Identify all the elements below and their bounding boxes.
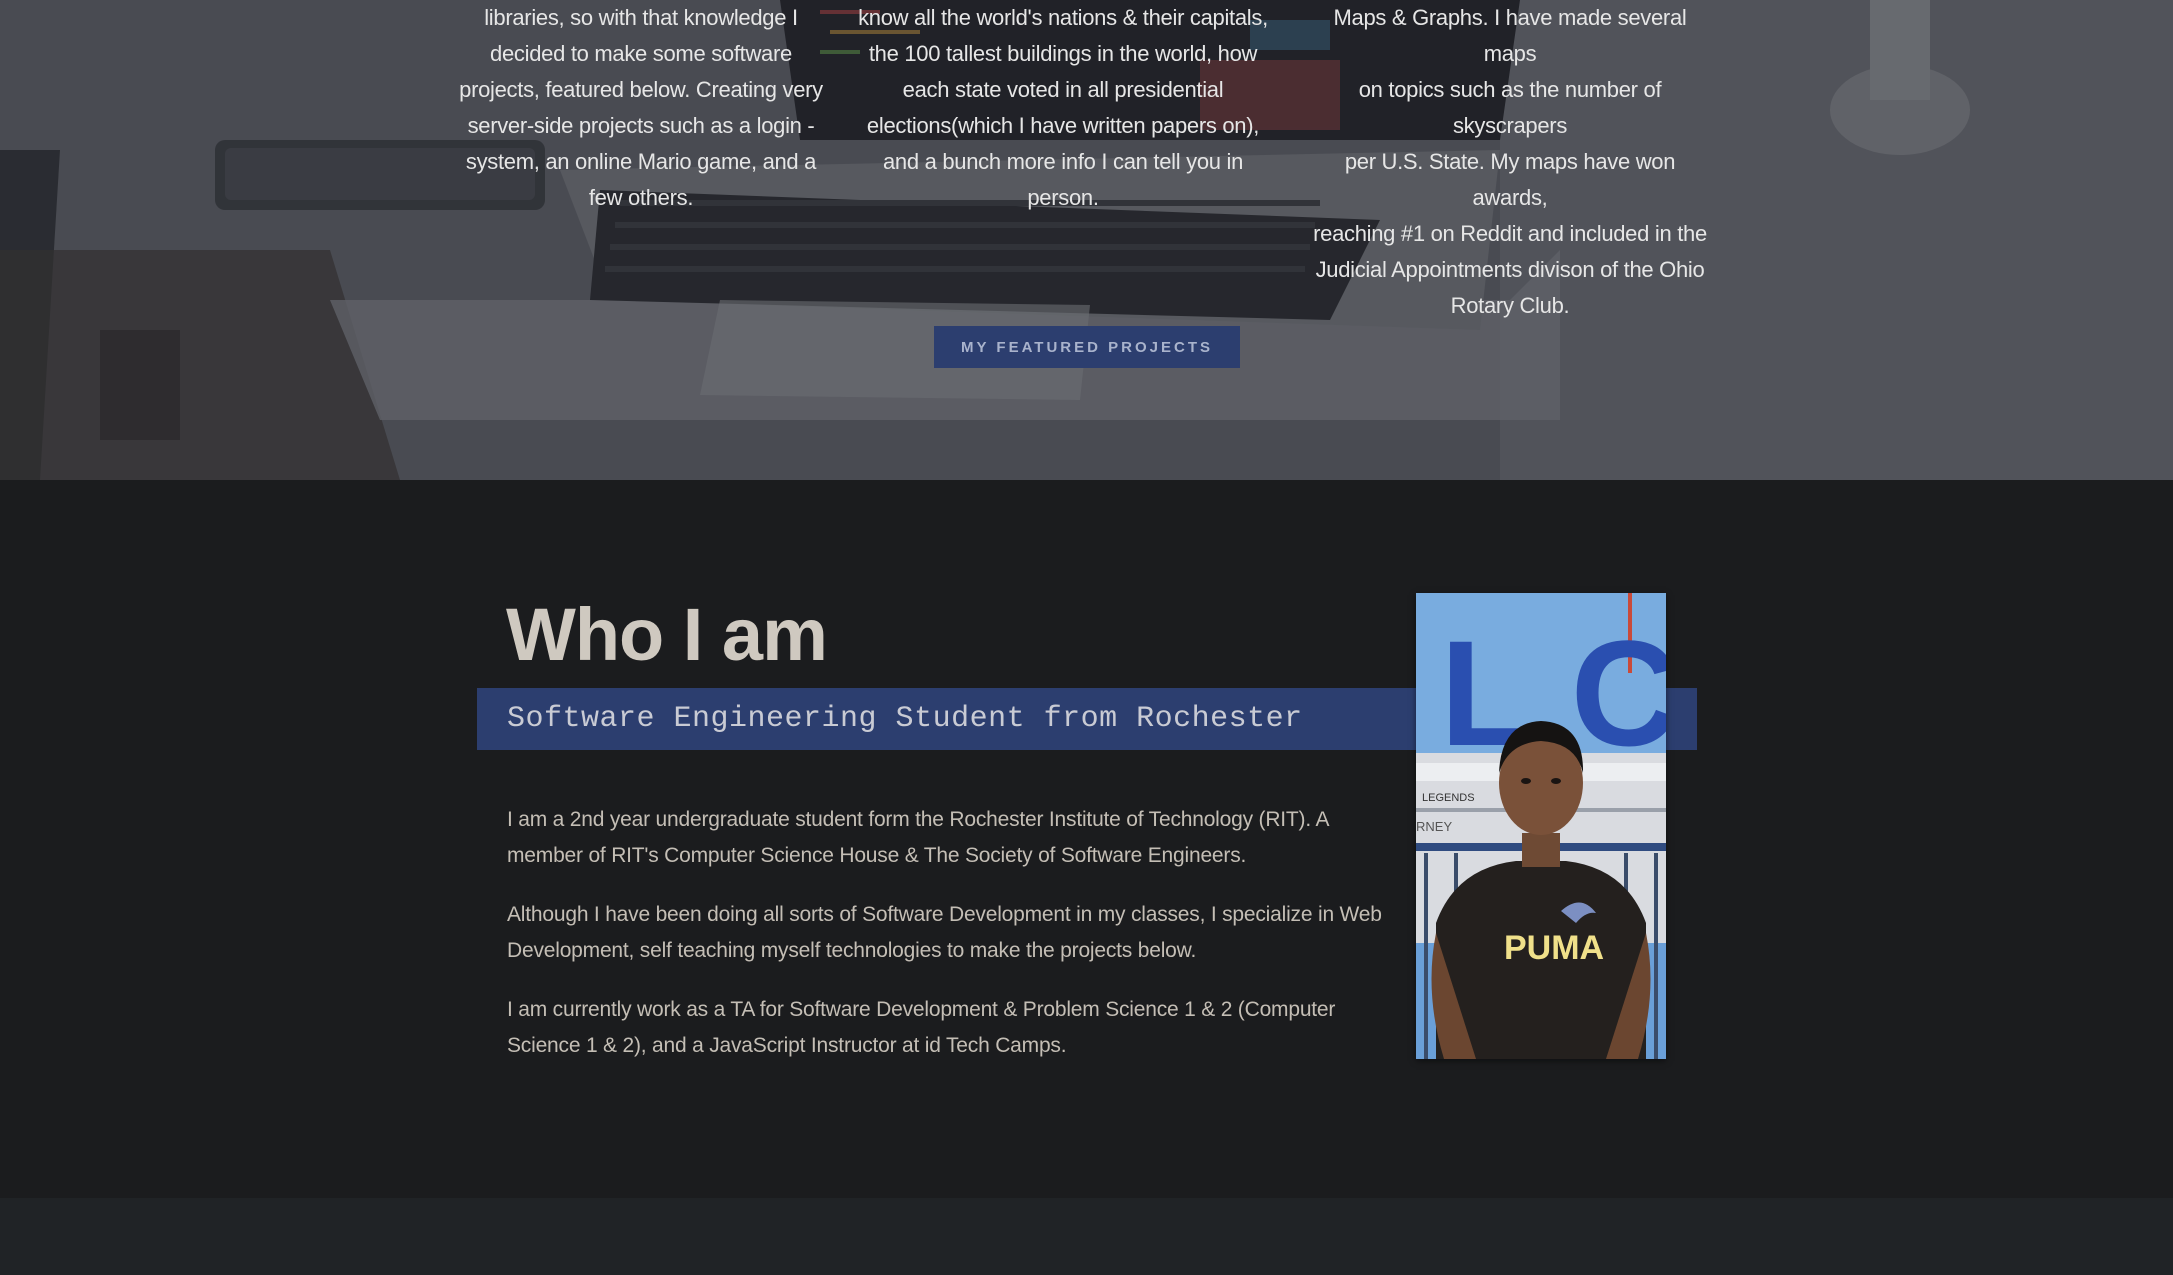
hero-col2-line: person. <box>1027 185 1099 210</box>
hero-col1-line: system, an online Mario game, and a <box>465 149 817 174</box>
hero-col3-line: Maps & Graphs. I have made several maps <box>1333 5 1687 66</box>
profile-photo: L C LEGENDS RNEY PUMA <box>1416 593 1666 1059</box>
hero-col1-line: few others. <box>588 185 694 210</box>
hero-col1-line: libraries, so with that knowledge I <box>484 5 798 30</box>
sign-small-text-1: LEGENDS <box>1422 792 1475 804</box>
hero-col2-line: the 100 tallest buildings in the world, … <box>868 41 1258 66</box>
hero-section: libraries, so with that knowledge I deci… <box>0 0 2173 480</box>
about-section: Who I am Software Engineering Student fr… <box>0 480 2173 1198</box>
hero-col1-line: decided to make some software <box>490 41 792 66</box>
sign-small-text-2: RNEY <box>1416 819 1452 834</box>
profile-photo-illustration: L C LEGENDS RNEY PUMA <box>1416 593 1666 1059</box>
hero-column-geography: know all the world's nations & their cap… <box>858 0 1268 216</box>
shirt-text: PUMA <box>1504 929 1604 967</box>
about-paragraph: I am currently work as a TA for Software… <box>507 998 1336 1057</box>
about-paragraph: I am a 2nd year undergraduate student fo… <box>507 808 1329 867</box>
about-description: I am a 2nd year undergraduate student fo… <box>507 802 1387 1087</box>
about-paragraph: Although I have been doing all sorts of … <box>507 903 1382 962</box>
hero-column-software: libraries, so with that knowledge I deci… <box>436 0 846 216</box>
about-title: Who I am <box>506 593 828 676</box>
hero-col3-line: on topics such as the number of skyscrap… <box>1358 77 1662 138</box>
hero-col1-line: projects, featured below. Creating very <box>459 77 823 102</box>
hero-col3-line: Judicial Appointments divison of the Ohi… <box>1315 257 1705 282</box>
hero-col3-line: Rotary Club. <box>1450 293 1570 318</box>
hero-col3-line: reaching #1 on Reddit and included in th… <box>1313 221 1707 246</box>
subtitle-text: Software Engineering Student from Roches… <box>507 702 1303 736</box>
footer-strip <box>0 1198 2173 1275</box>
hero-col3-line: per U.S. State. My maps have won awards, <box>1344 149 1676 210</box>
hero-col2-line: elections(which I have written papers on… <box>866 113 1260 138</box>
featured-projects-button[interactable]: MY FEATURED PROJECTS <box>934 326 1240 368</box>
hero-col2-line: and a bunch more info I can tell you in <box>882 149 1244 174</box>
hero-column-maps: Maps & Graphs. I have made several maps … <box>1305 0 1715 324</box>
hero-col2-line: know all the world's nations & their cap… <box>858 5 1268 30</box>
hero-col1-line: server-side projects such as a login - <box>467 113 815 138</box>
hero-col2-line: each state voted in all presidential <box>902 77 1224 102</box>
